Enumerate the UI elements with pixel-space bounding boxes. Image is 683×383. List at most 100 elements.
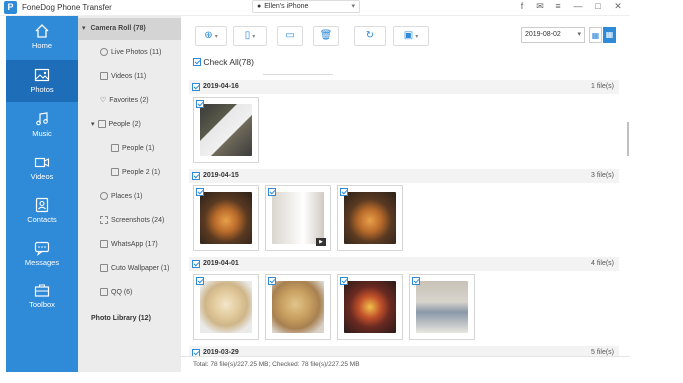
photo-thumbnail[interactable] [337,185,403,251]
app-title: FoneDog Phone Transfer [22,3,112,12]
photo-thumbnail[interactable] [409,274,475,340]
contacts-icon [35,197,49,213]
tree-item-people-1[interactable]: People (1) [78,138,181,160]
photo-grid: 2019-04-16 1 file(s) 2019-04-15 3 file(s… [181,78,630,360]
photo-checkbox[interactable] [340,188,348,196]
photo-thumbnail[interactable]: ▶ [265,185,331,251]
photo-thumbnail[interactable] [193,185,259,251]
tree-item-places[interactable]: Places (1) [78,186,181,208]
photo-checkbox[interactable] [268,277,276,285]
group-count: 1 file(s) [591,83,614,90]
date-value: 2019-08-02 [525,31,561,38]
photo-image [344,192,396,244]
chevron-down-icon: ▾ [577,31,581,38]
export-to-pc-button[interactable]: ▭ [277,26,303,46]
people-icon [97,120,106,129]
tree-item-label: People (2) [108,121,141,128]
expand-icon[interactable]: ▾ [91,121,95,128]
sidebar-item-photos[interactable]: Photos [6,60,78,102]
tree-item-people-2[interactable]: People 2 (1) [78,162,181,184]
check-all[interactable]: Check All(78) [193,57,254,67]
sidebar-item-label: Photos [30,85,54,94]
photo-thumbnail[interactable] [193,97,259,163]
status-text: Total: 78 file(s)/227.25 MB; Checked: 78… [193,361,360,368]
feedback-icon[interactable]: ✉ [534,1,546,12]
date-group-header: 2019-04-16 1 file(s) [189,80,619,94]
close-icon[interactable]: ✕ [612,1,624,12]
photo-checkbox[interactable] [196,188,204,196]
date-select[interactable]: 2019-08-02 ▾ [521,27,585,43]
tree-item-label: Live Photos (11) [111,49,162,56]
messages-icon [34,241,50,256]
photo-checkbox[interactable] [412,277,420,285]
list-view-icon: ▦ [605,30,614,39]
chevron-down-icon: ▾ [351,3,355,10]
sidebar-item-messages[interactable]: Messages [6,233,78,275]
photo-checkbox[interactable] [340,277,348,285]
delete-button[interactable]: 🗑 [313,26,339,46]
tree-item-videos[interactable]: Videos (11) [78,66,181,88]
photo-image [200,104,252,156]
tree-item-people[interactable]: ▾ People (2) [78,114,181,136]
refresh-icon: ↻ [365,30,375,41]
sidebar-item-music[interactable]: Music [6,104,78,146]
tree-item-cuto-wallpaper[interactable]: Cuto Wallpaper (1) [78,258,181,280]
videos-icon [34,157,50,168]
heart-icon: ♡ [100,97,107,104]
people-icon [111,144,119,153]
photo-checkbox[interactable] [196,277,204,285]
grid-view-button[interactable]: ▦ [589,27,602,43]
sidebar-item-videos[interactable]: Videos [6,147,78,189]
photo-thumbnail[interactable] [265,274,331,340]
tree-item-favorites[interactable]: ♡ Favorites (2) [78,90,181,112]
tree-item-photo-library[interactable]: Photo Library (12) [78,308,181,330]
device-name: Ellen's iPhone [264,3,309,10]
sidebar-item-contacts[interactable]: Contacts [6,190,78,232]
tree-item-live-photos[interactable]: Live Photos (11) [78,42,181,64]
group-date: 2019-04-16 [203,83,239,90]
tree-item-screenshots[interactable]: Screenshots (24) [78,210,181,232]
group-checkbox[interactable] [192,260,200,268]
tree-item-label: Cuto Wallpaper (1) [111,265,170,272]
menu-icon[interactable]: ≡ [552,1,564,11]
toolbox-button[interactable]: ▣ ▾ [393,26,429,46]
sidebar-item-label: Messages [24,258,60,267]
maximize-icon[interactable]: □ [592,1,604,11]
group-checkbox[interactable] [192,172,200,180]
photo-image [200,281,252,333]
tree-item-label: WhatsApp (17) [111,241,158,248]
add-button[interactable]: ⊕ ▾ [195,26,227,46]
expand-icon[interactable]: ▾ [82,25,86,32]
photo-checkbox[interactable] [196,100,204,108]
tree-item-whatsapp[interactable]: WhatsApp (17) [78,234,181,256]
refresh-button[interactable]: ↻ [354,26,386,46]
sidebar-item-toolbox[interactable]: Toolbox [6,275,78,317]
tree-item-label: Videos (11) [111,73,147,80]
export-to-pc-icon: ▭ [285,30,295,41]
group-date: 2019-04-01 [203,260,239,267]
scrollbar[interactable] [626,78,630,360]
scrollbar-thumb[interactable] [627,122,629,156]
sidebar: Home Photos Music Videos Contacts Messag… [6,16,78,372]
toolbar: ⊕ ▾ ▯ ▾ ▭ 🗑 ↻ ▣ ▾ 2019-08-02 ▾ ▦ ▦ [181,16,630,52]
toolbox-icon [34,284,50,297]
video-badge-icon: ▶ [316,238,326,246]
photo-thumbnail[interactable] [337,274,403,340]
tree-item-label: Photo Library (12) [91,315,151,322]
device-selector[interactable]: ● Ellen's iPhone ▾ [252,0,360,13]
minimize-icon[interactable]: — [572,1,584,11]
photo-thumbnail[interactable] [193,274,259,340]
export-to-device-icon: ▯ [244,30,251,41]
photo-checkbox[interactable] [268,188,276,196]
export-to-device-button[interactable]: ▯ ▾ [233,26,267,46]
check-all-checkbox[interactable] [193,58,201,66]
app-window: P FoneDog Phone Transfer ● Ellen's iPhone… [0,0,630,372]
sidebar-item-home[interactable]: Home [6,16,78,58]
list-view-button[interactable]: ▦ [603,27,616,43]
music-icon [36,112,48,126]
tree-item-qq[interactable]: QQ (6) [78,282,181,304]
group-checkbox[interactable] [192,83,200,91]
tree-item-camera-roll[interactable]: ▾ Camera Roll (78) [78,18,181,40]
facebook-icon[interactable]: f [516,1,528,11]
sidebar-item-label: Toolbox [29,300,55,309]
